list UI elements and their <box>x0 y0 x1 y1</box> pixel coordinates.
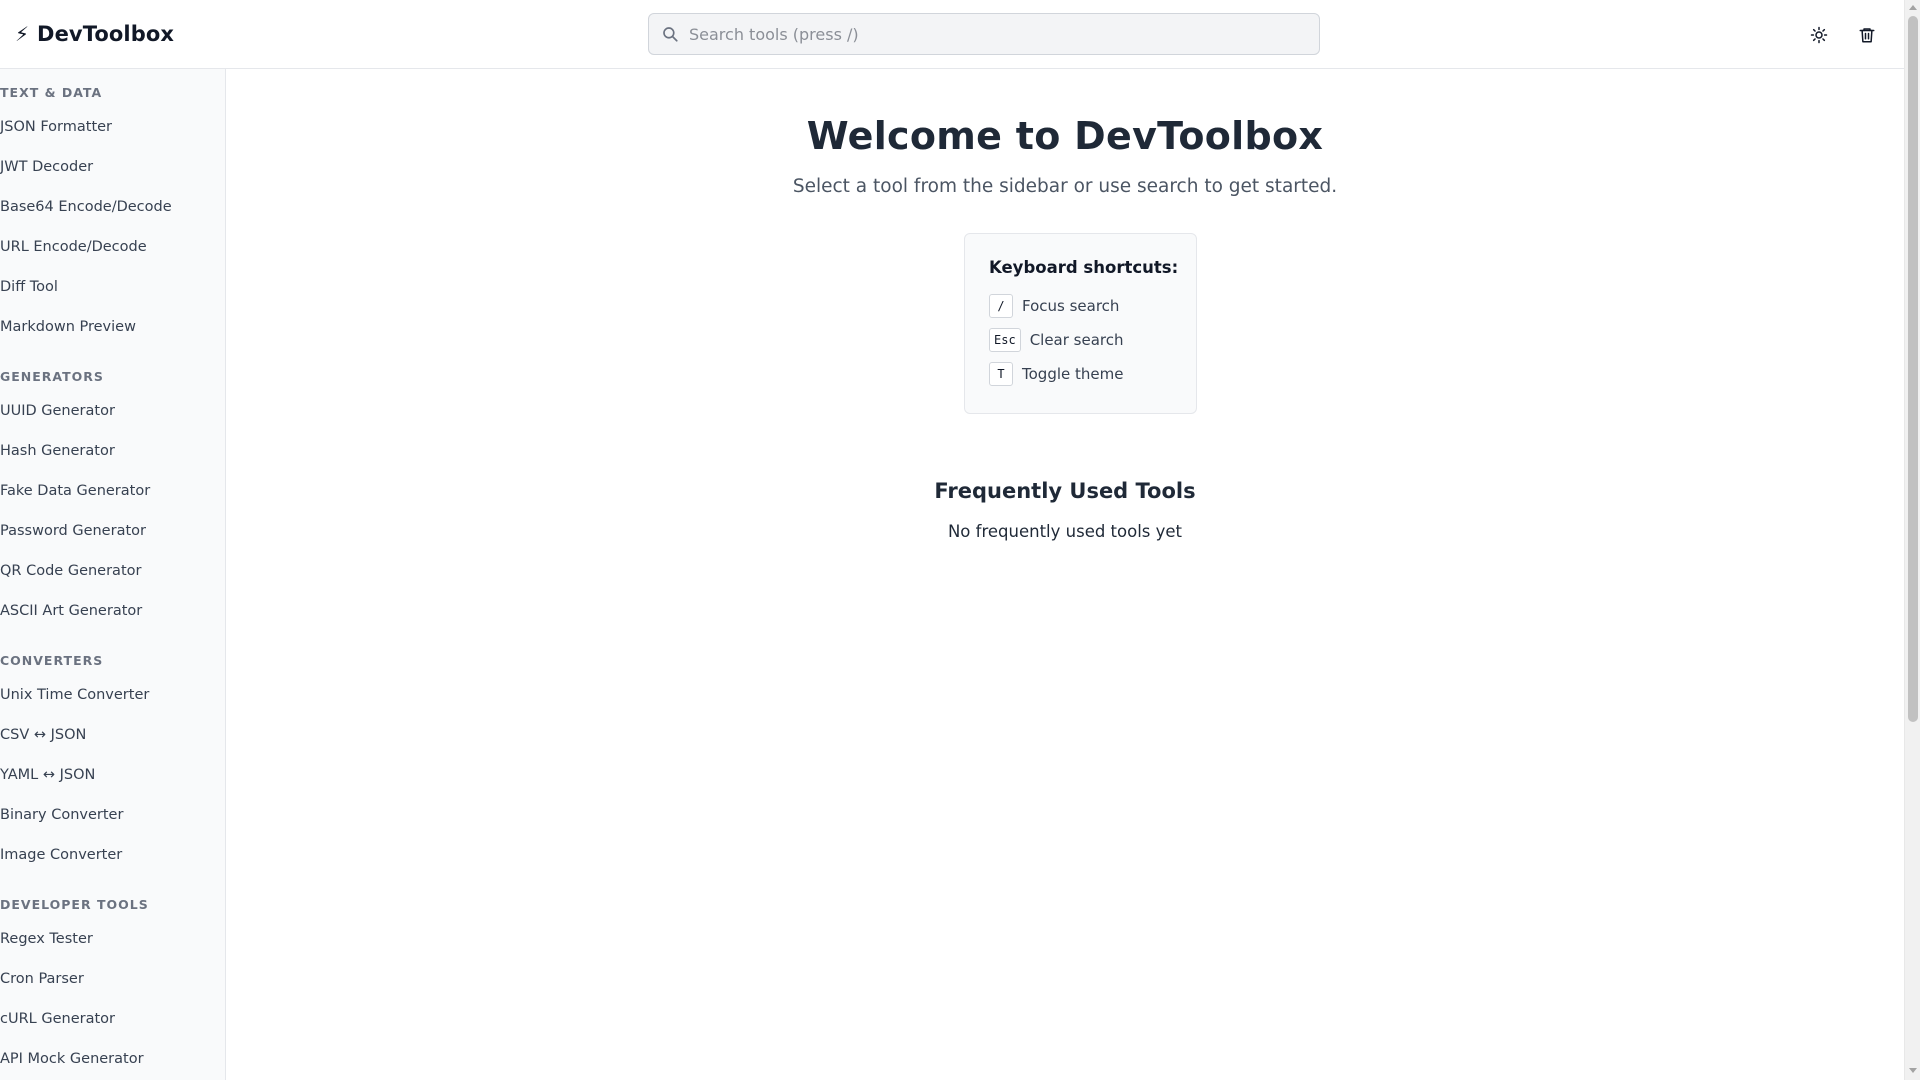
search-input[interactable] <box>689 14 1309 54</box>
shortcut-label: Clear search <box>1029 331 1124 349</box>
sidebar-item-base64[interactable]: Base64 Encode/Decode <box>0 192 225 222</box>
scrollbar-thumb[interactable] <box>1908 16 1918 722</box>
shortcut-key: Esc <box>989 328 1021 352</box>
sidebar-item-image-converter[interactable]: Image Converter <box>0 840 225 870</box>
sidebar[interactable]: TEXT & DATA JSON Formatter JWT Decoder B… <box>0 69 226 1080</box>
shortcut-label: Toggle theme <box>1022 365 1124 383</box>
sidebar-item-json-formatter[interactable]: JSON Formatter <box>0 112 225 142</box>
sidebar-item-ascii-art-generator[interactable]: ASCII Art Generator <box>0 596 225 626</box>
sidebar-item-csv-json[interactable]: CSV ↔ JSON <box>0 720 225 750</box>
sun-icon <box>1810 26 1828 44</box>
sidebar-section-developer-tools: DEVELOPER TOOLS <box>0 897 149 912</box>
sidebar-section-generators: GENERATORS <box>0 369 104 384</box>
sidebar-item-curl-generator[interactable]: cURL Generator <box>0 1004 225 1034</box>
sidebar-item-diff-tool[interactable]: Diff Tool <box>0 272 225 302</box>
shortcut-row: T Toggle theme <box>989 362 1123 386</box>
frequent-tools-empty-text: No frequently used tools yet <box>947 522 1183 541</box>
trash-icon <box>1859 28 1875 43</box>
top-header: ⚡ DevToolbox <box>0 0 1904 69</box>
frequent-tools-title: Frequently Used Tools <box>934 479 1196 503</box>
scroll-up-arrow-icon[interactable] <box>1909 5 1917 10</box>
shortcut-key: T <box>989 362 1013 386</box>
clear-data-button[interactable] <box>1852 20 1882 50</box>
search-box[interactable] <box>648 13 1320 55</box>
page-scrollbar[interactable] <box>1904 0 1920 1080</box>
sidebar-item-hash-generator[interactable]: Hash Generator <box>0 436 225 466</box>
sidebar-item-qr-code-generator[interactable]: QR Code Generator <box>0 556 225 586</box>
brand-name: DevToolbox <box>37 22 175 46</box>
sidebar-item-url-encode[interactable]: URL Encode/Decode <box>0 232 225 262</box>
shortcut-key: / <box>989 294 1013 318</box>
scroll-down-arrow-icon[interactable] <box>1909 1068 1917 1073</box>
sidebar-item-fake-data-generator[interactable]: Fake Data Generator <box>0 476 225 506</box>
shortcuts-title: Keyboard shortcuts: <box>989 258 1179 277</box>
sidebar-section-converters: CONVERTERS <box>0 653 104 668</box>
shortcut-row: Esc Clear search <box>989 328 1124 352</box>
sidebar-item-cron-parser[interactable]: Cron Parser <box>0 964 225 994</box>
sidebar-item-markdown-preview[interactable]: Markdown Preview <box>0 312 225 342</box>
sidebar-item-binary-converter[interactable]: Binary Converter <box>0 800 225 830</box>
app-window: ⚡ DevToolbox Search tools (press /) TEXT… <box>0 0 1920 1080</box>
sidebar-section-text-data: TEXT & DATA <box>0 85 103 100</box>
sidebar-item-regex-tester[interactable]: Regex Tester <box>0 924 225 954</box>
sidebar-item-password-generator[interactable]: Password Generator <box>0 516 225 546</box>
theme-toggle-button[interactable] <box>1804 20 1834 50</box>
lightning-icon: ⚡ <box>15 22 30 46</box>
keyboard-shortcuts-card: Keyboard shortcuts: / Focus search Esc C… <box>964 233 1197 414</box>
sidebar-item-unix-time-converter[interactable]: Unix Time Converter <box>0 680 225 710</box>
brand[interactable]: ⚡ DevToolbox <box>15 20 174 48</box>
main-content: Welcome to DevToolbox Select a tool from… <box>226 69 1904 1080</box>
sidebar-item-jwt-decoder[interactable]: JWT Decoder <box>0 152 225 182</box>
page-subtitle: Select a tool from the sidebar or use se… <box>792 176 1338 197</box>
shortcut-row: / Focus search <box>989 294 1119 318</box>
search-icon <box>663 27 678 42</box>
sidebar-item-yaml-json[interactable]: YAML ↔ JSON <box>0 760 225 790</box>
sidebar-item-uuid-generator[interactable]: UUID Generator <box>0 396 225 426</box>
page-title: Welcome to DevToolbox <box>806 114 1324 158</box>
sidebar-item-api-mock-generator[interactable]: API Mock Generator <box>0 1044 225 1074</box>
shortcut-label: Focus search <box>1022 297 1120 315</box>
